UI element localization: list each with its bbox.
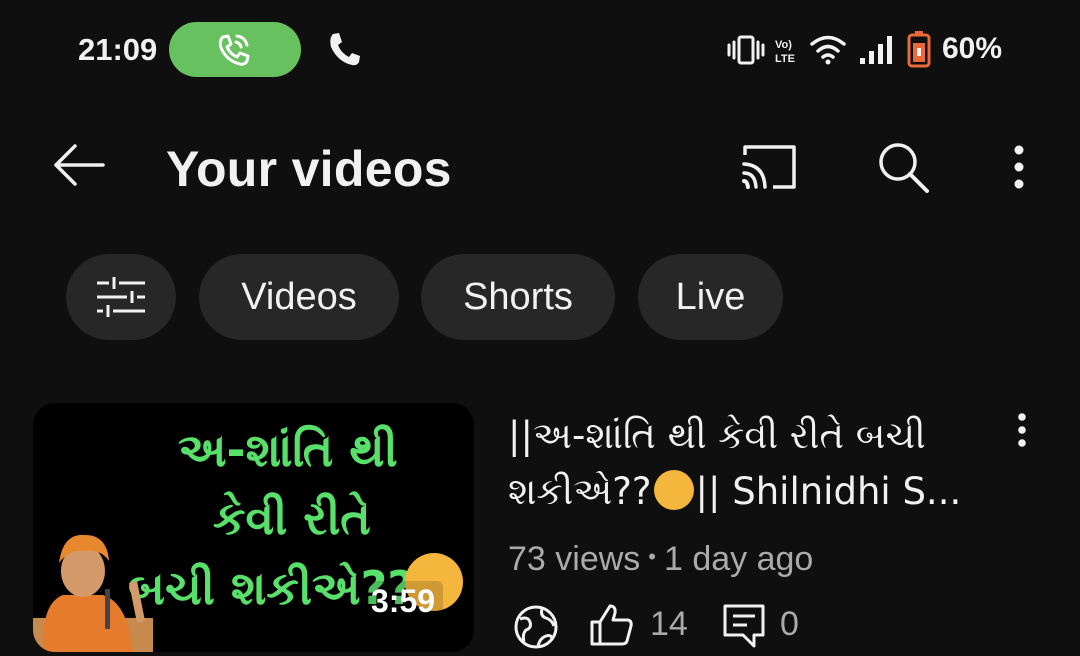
page-title: Your videos [166, 141, 452, 197]
vibrate-icon [727, 35, 765, 65]
video-metadata: 73 views • 1 day ago [508, 540, 813, 579]
video-duration: 3:59 [363, 581, 444, 622]
ongoing-call-pill[interactable] [169, 22, 301, 77]
video-thumbnail[interactable]: અ-શાંતિ થી કેવી રીતે બચી શકીએ?? 3:59 [33, 403, 474, 652]
search-icon [879, 143, 929, 193]
wifi-icon [810, 35, 846, 65]
comment-icon[interactable] [722, 603, 766, 649]
phone-icon [330, 33, 360, 66]
video-views: 73 views [508, 540, 641, 578]
cast-button[interactable] [734, 136, 804, 198]
filter-chip[interactable] [66, 254, 176, 340]
battery-percent: 60% [942, 32, 1003, 65]
speaker-image [33, 534, 153, 652]
more-vert-icon [1018, 413, 1026, 447]
more-options-button[interactable] [995, 134, 1043, 200]
svg-text:LTE: LTE [775, 53, 795, 65]
thumbnail-text-line-1: અ-શાંતિ થી [178, 423, 398, 477]
battery-icon [907, 31, 931, 68]
like-count: 14 [650, 605, 688, 643]
chip-shorts[interactable]: Shorts [421, 254, 615, 340]
chip-videos[interactable]: Videos [199, 254, 399, 340]
chip-live[interactable]: Live [638, 254, 783, 340]
thumbnail-text-line-2: કેવી રીતે [213, 491, 371, 545]
cast-icon [742, 145, 796, 189]
back-arrow-icon [54, 144, 105, 186]
phone-call-icon [218, 34, 250, 66]
video-title-line-2: શકીએ?? || Shilnidhi S... [508, 464, 978, 520]
filter-sliders-icon [97, 277, 145, 317]
video-age: 1 day ago [663, 540, 814, 578]
meta-separator: • [648, 544, 656, 569]
video-title-line-2-end: || Shilnidhi S... [695, 470, 962, 513]
video-title-line-2-start: શકીએ?? [508, 470, 652, 513]
thinking-emoji-icon [653, 470, 694, 510]
video-more-options-button[interactable] [1006, 408, 1038, 452]
volte-icon: Vo) LTE [775, 39, 795, 65]
globe-icon[interactable] [512, 604, 560, 650]
comment-count: 0 [780, 605, 799, 643]
back-button[interactable] [48, 134, 110, 196]
status-time: 21:09 [78, 32, 158, 67]
svg-text:Vo): Vo) [775, 39, 792, 51]
video-title[interactable]: ||અ-શાંતિ થી કેવી રીતે બચી શકીએ?? || Shil… [508, 408, 978, 520]
signal-icon [860, 36, 892, 64]
more-vert-icon [1014, 145, 1024, 189]
status-bar: 21:09 Vo) LTE 60% [0, 0, 1080, 100]
screen: 21:09 Vo) LTE 60% Your videos Videos Sho… [0, 0, 1080, 656]
like-icon[interactable] [588, 602, 634, 648]
video-title-line-1: ||અ-શાંતિ થી કેવી રીતે બચી [508, 414, 926, 457]
search-button[interactable] [870, 134, 936, 200]
